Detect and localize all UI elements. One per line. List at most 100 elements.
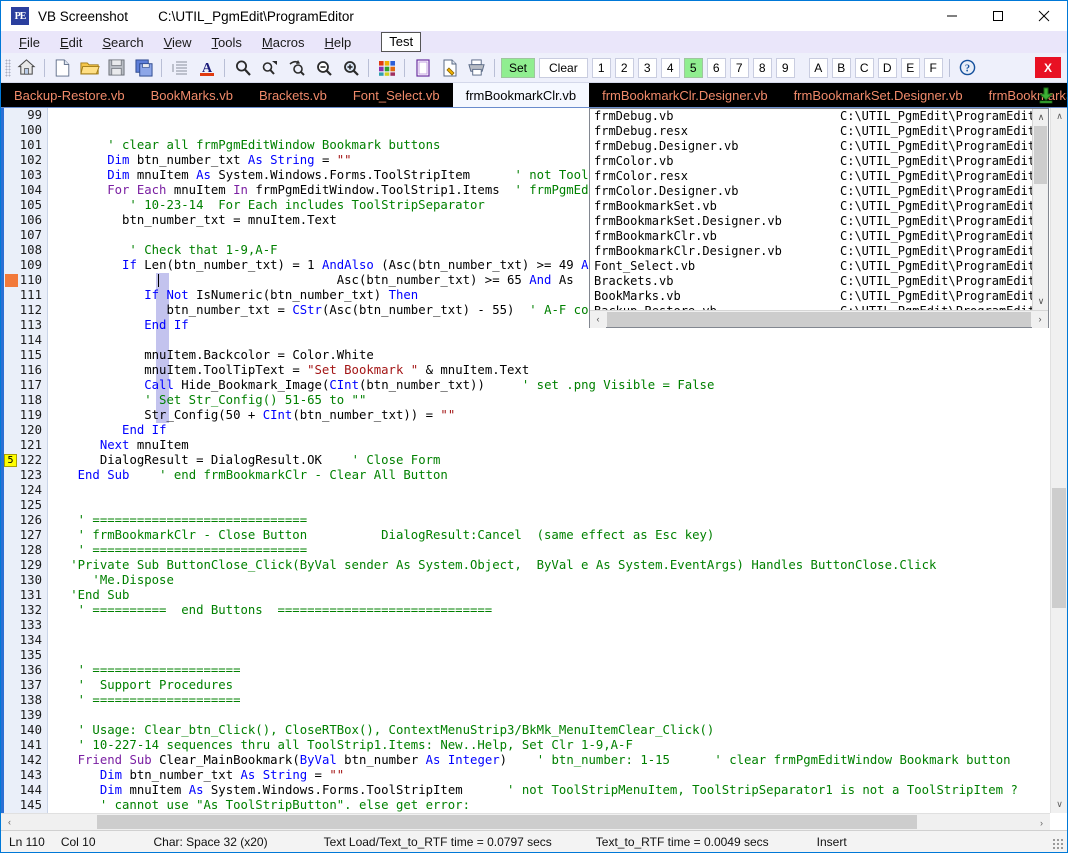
code-line[interactable]: Next mnuItem bbox=[48, 438, 1067, 453]
editor-scroll-left-button[interactable]: ‹ bbox=[1, 814, 18, 831]
resize-grip[interactable] bbox=[1052, 838, 1064, 850]
file-list-vertical-scrollbar[interactable]: ∧ ∨ bbox=[1032, 109, 1048, 310]
code-line[interactable]: Dim btn_number_txt As String = "" bbox=[48, 768, 1067, 783]
bookmark-button-e[interactable]: E bbox=[901, 58, 920, 78]
bookmark-button-9[interactable]: 9 bbox=[776, 58, 795, 78]
file-list-row[interactable]: BookMarks.vbC:\UTIL_PgmEdit\ProgramEditc bbox=[590, 289, 1048, 304]
find-icon[interactable] bbox=[230, 55, 255, 80]
file-list-row[interactable]: frmColor.resxC:\UTIL_PgmEdit\ProgramEdit… bbox=[590, 169, 1048, 184]
editor-vertical-thumb[interactable] bbox=[1052, 488, 1066, 608]
file-list-scroll-right-button[interactable]: › bbox=[1032, 311, 1048, 328]
bookmark-button-7[interactable]: 7 bbox=[730, 58, 749, 78]
code-line[interactable]: ' ==================== bbox=[48, 663, 1067, 678]
code-line[interactable]: mnuItem.ToolTipText = "Set Bookmark " & … bbox=[48, 363, 1067, 378]
tab-brackets[interactable]: Brackets.vb bbox=[246, 83, 340, 107]
code-line[interactable] bbox=[48, 633, 1067, 648]
file-list-row[interactable]: frmDebug.resxC:\UTIL_PgmEdit\ProgramEdit… bbox=[590, 124, 1048, 139]
bookmark-button-a[interactable]: A bbox=[809, 58, 828, 78]
tab-bookmarks[interactable]: BookMarks.vb bbox=[138, 83, 246, 107]
menu-item-macros[interactable]: Macros bbox=[252, 33, 315, 52]
tab-backup-restore[interactable]: Backup-Restore.vb bbox=[1, 83, 138, 107]
print-preview-icon[interactable] bbox=[437, 55, 462, 80]
code-line[interactable] bbox=[48, 498, 1067, 513]
file-list-row[interactable]: frmBookmarkClr.Designer.vbC:\UTIL_PgmEdi… bbox=[590, 244, 1048, 259]
code-line[interactable]: ' 10-227-14 sequences thru all ToolStrip… bbox=[48, 738, 1067, 753]
code-line[interactable]: 'Private Sub ButtonClose_Click(ByVal sen… bbox=[48, 558, 1067, 573]
save-all-icon[interactable] bbox=[131, 55, 156, 80]
editor-scroll-down-button[interactable]: ∨ bbox=[1051, 796, 1067, 813]
file-list-row[interactable]: Backup-Restore.vbC:\UTIL_PgmEdit\Program… bbox=[590, 304, 1048, 310]
file-list-rows[interactable]: frmDebug.vbC:\UTIL_PgmEdit\ProgramEditcf… bbox=[590, 109, 1048, 310]
code-line[interactable] bbox=[48, 618, 1067, 633]
editor-horizontal-thumb[interactable] bbox=[97, 815, 917, 829]
code-line[interactable]: Call Hide_Bookmark_Image(CInt(btn_number… bbox=[48, 378, 1067, 393]
code-line[interactable]: DialogResult = DialogResult.OK ' Close F… bbox=[48, 453, 1067, 468]
file-list-row[interactable]: Font_Select.vbC:\UTIL_PgmEdit\ProgramEdi… bbox=[590, 259, 1048, 274]
save-icon[interactable] bbox=[104, 55, 129, 80]
close-document-button[interactable]: X bbox=[1035, 57, 1061, 78]
file-list-row[interactable]: frmColor.vbC:\UTIL_PgmEdit\ProgramEditc bbox=[590, 154, 1048, 169]
minimize-button[interactable] bbox=[929, 1, 975, 31]
file-list-row[interactable]: frmColor.Designer.vbC:\UTIL_PgmEdit\Prog… bbox=[590, 184, 1048, 199]
code-line[interactable]: ' ==================== bbox=[48, 693, 1067, 708]
goto-icon[interactable] bbox=[284, 55, 309, 80]
file-list-row[interactable]: frmBookmarkClr.vbC:\UTIL_PgmEdit\Program… bbox=[590, 229, 1048, 244]
bookmark-button-b[interactable]: B bbox=[832, 58, 851, 78]
file-list-row[interactable]: Brackets.vbC:\UTIL_PgmEdit\ProgramEditc bbox=[590, 274, 1048, 289]
menu-item-edit[interactable]: Edit bbox=[50, 33, 92, 52]
code-line[interactable]: End Sub ' end frmBookmarkClr - Clear All… bbox=[48, 468, 1067, 483]
file-list-row[interactable]: frmDebug.vbC:\UTIL_PgmEdit\ProgramEditc bbox=[590, 109, 1048, 124]
file-list-row[interactable]: frmDebug.Designer.vbC:\UTIL_PgmEdit\Prog… bbox=[590, 139, 1048, 154]
file-list-scroll-left-button[interactable]: ‹ bbox=[590, 311, 606, 328]
code-line[interactable]: 'End Sub bbox=[48, 588, 1067, 603]
file-list-horizontal-scrollbar[interactable]: ‹ › bbox=[590, 310, 1048, 327]
code-line[interactable] bbox=[48, 333, 1067, 348]
test-button[interactable]: Test bbox=[381, 32, 421, 52]
code-line[interactable]: 'Me.Dispose bbox=[48, 573, 1067, 588]
bookmark-button-d[interactable]: D bbox=[878, 58, 897, 78]
editor-horizontal-scrollbar[interactable]: ‹ › bbox=[1, 813, 1050, 830]
code-line[interactable]: ' ============================= bbox=[48, 513, 1067, 528]
new-file-icon[interactable] bbox=[50, 55, 75, 80]
tab-frmbookmarkset-designer[interactable]: frmBookmarkSet.Designer.vb bbox=[781, 83, 976, 107]
code-line[interactable]: ' Support Procedures bbox=[48, 678, 1067, 693]
clear-bookmark-button[interactable]: Clear bbox=[539, 58, 588, 78]
home-icon[interactable] bbox=[14, 55, 39, 80]
bookmark-button-8[interactable]: 8 bbox=[753, 58, 772, 78]
menu-item-file[interactable]: File bbox=[9, 33, 50, 52]
code-line[interactable]: ' ========== end Buttons ===============… bbox=[48, 603, 1067, 618]
page-setup-icon[interactable] bbox=[410, 55, 435, 80]
bookmark-button-2[interactable]: 2 bbox=[615, 58, 634, 78]
editor-scroll-up-button[interactable]: ∧ bbox=[1051, 108, 1067, 125]
menu-item-view[interactable]: View bbox=[154, 33, 202, 52]
help-icon[interactable]: ? bbox=[955, 55, 980, 80]
code-line[interactable] bbox=[48, 483, 1067, 498]
code-line[interactable] bbox=[48, 648, 1067, 663]
code-line[interactable]: ' cannot use "As ToolStripButton". else … bbox=[48, 798, 1067, 813]
find-next-icon[interactable] bbox=[257, 55, 282, 80]
menu-item-help[interactable]: Help bbox=[315, 33, 362, 52]
tab-font-select[interactable]: Font_Select.vb bbox=[340, 83, 453, 107]
file-list-vertical-thumb[interactable] bbox=[1034, 126, 1047, 184]
code-line[interactable]: ' frmBookmarkClr - Close Button DialogRe… bbox=[48, 528, 1067, 543]
code-line[interactable]: mnuItem.Backcolor = Color.White bbox=[48, 348, 1067, 363]
file-list-scroll-down-button[interactable]: ∨ bbox=[1033, 293, 1048, 310]
download-icon[interactable] bbox=[1037, 86, 1055, 104]
bookmark-button-3[interactable]: 3 bbox=[638, 58, 657, 78]
set-bookmark-button[interactable]: Set bbox=[501, 58, 535, 78]
code-line[interactable]: Str_Config(50 + CInt(btn_number_txt)) = … bbox=[48, 408, 1067, 423]
code-line[interactable]: End If bbox=[48, 423, 1067, 438]
color-palette-icon[interactable] bbox=[374, 55, 399, 80]
code-line[interactable]: ' ============================= bbox=[48, 543, 1067, 558]
menu-item-tools[interactable]: Tools bbox=[202, 33, 252, 52]
bookmark-button-c[interactable]: C bbox=[855, 58, 874, 78]
editor-vertical-scrollbar[interactable]: ∧ ∨ bbox=[1050, 108, 1067, 813]
zoom-in-icon[interactable] bbox=[338, 55, 363, 80]
editor-scroll-right-button[interactable]: › bbox=[1033, 814, 1050, 830]
code-line[interactable]: ' Set Str_Config() 51-65 to "" bbox=[48, 393, 1067, 408]
code-line[interactable]: Dim mnuItem As System.Windows.Forms.Tool… bbox=[48, 783, 1067, 798]
code-line[interactable] bbox=[48, 708, 1067, 723]
bookmark-button-5[interactable]: 5 bbox=[684, 58, 703, 78]
tab-frmbookmarkclr[interactable]: frmBookmarkClr.vb bbox=[453, 83, 590, 107]
bookmark-button-1[interactable]: 1 bbox=[592, 58, 611, 78]
